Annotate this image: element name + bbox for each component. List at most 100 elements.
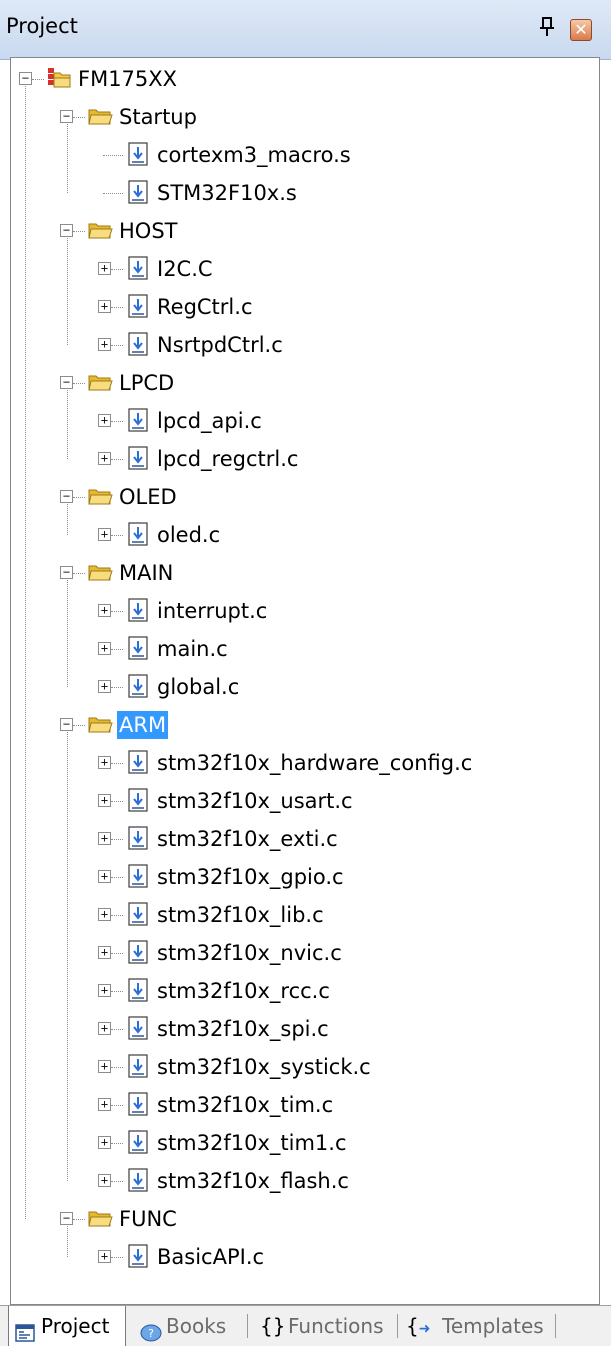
- collapse-icon[interactable]: −: [60, 224, 73, 237]
- tree-file-i2c-c[interactable]: + I2C.C: [11, 250, 591, 288]
- tab-functions[interactable]: {} Functions: [256, 1306, 398, 1346]
- tree-file-nsrtpdctrl-c[interactable]: + NsrtpdCtrl.c: [11, 326, 591, 364]
- tree-group-host[interactable]: − HOST: [11, 212, 591, 250]
- expand-icon[interactable]: +: [98, 1174, 111, 1187]
- expand-icon[interactable]: +: [98, 1250, 111, 1263]
- tree-connector: [111, 345, 123, 346]
- tree-file-stm32f10x-systick-c[interactable]: + stm32f10x_systick.c: [11, 1048, 591, 1086]
- expand-icon[interactable]: +: [98, 832, 111, 845]
- tree-connector: [111, 991, 123, 992]
- source-file-icon: [125, 825, 151, 851]
- tree-group-label: LPCD: [119, 371, 175, 395]
- tab-templates[interactable]: {➜ Templates: [404, 1306, 556, 1346]
- tree-connector: [103, 155, 123, 156]
- expand-icon[interactable]: +: [98, 1098, 111, 1111]
- collapse-icon[interactable]: −: [60, 376, 73, 389]
- source-file-icon: [125, 787, 151, 813]
- tree-guide-line: [67, 238, 68, 345]
- expand-icon[interactable]: +: [98, 604, 111, 617]
- tree-file-lpcd-api-c[interactable]: + lpcd_api.c: [11, 402, 591, 440]
- bottom-tab-bar: Project ? Books {} Functions {➜ Template…: [0, 1305, 611, 1346]
- tree-connector: [111, 1105, 123, 1106]
- expand-icon[interactable]: +: [98, 794, 111, 807]
- tree-file-stm32f10x-nvic-c[interactable]: + stm32f10x_nvic.c: [11, 934, 591, 972]
- tree-file-stm32f10x-tim-c[interactable]: + stm32f10x_tim.c: [11, 1086, 591, 1124]
- expand-icon[interactable]: +: [98, 642, 111, 655]
- tree-file-basicapi-c[interactable]: + BasicAPI.c: [11, 1238, 591, 1276]
- tab-project[interactable]: Project: [8, 1306, 126, 1346]
- tree-file-stm32f10x-gpio-c[interactable]: + stm32f10x_gpio.c: [11, 858, 591, 896]
- collapse-icon[interactable]: −: [60, 490, 73, 503]
- expand-icon[interactable]: +: [98, 984, 111, 997]
- close-icon[interactable]: ✕: [570, 19, 592, 41]
- tree-file-stm32f10x-tim1-c[interactable]: + stm32f10x_tim1.c: [11, 1124, 591, 1162]
- tree-file-interrupt-c[interactable]: + interrupt.c: [11, 592, 591, 630]
- source-file-icon: [125, 597, 151, 623]
- panel-titlebar: Project ✕: [0, 0, 611, 60]
- expand-icon[interactable]: +: [98, 528, 111, 541]
- tree-connector: [73, 1219, 85, 1220]
- collapse-icon[interactable]: −: [60, 566, 73, 579]
- tree-connector: [73, 573, 85, 574]
- tree-file-stm32f10x-exti-c[interactable]: + stm32f10x_exti.c: [11, 820, 591, 858]
- tree-group-lpcd[interactable]: − LPCD: [11, 364, 591, 402]
- tree-group-arm[interactable]: − ARM: [11, 706, 591, 744]
- tree-file-stm32f10x-spi-c[interactable]: + stm32f10x_spi.c: [11, 1010, 591, 1048]
- tree-file-label: stm32f10x_tim.c: [157, 1093, 334, 1117]
- tree-connector: [32, 79, 44, 80]
- tree-group-startup[interactable]: − Startup: [11, 98, 591, 136]
- expand-icon[interactable]: +: [98, 452, 111, 465]
- expand-icon[interactable]: +: [98, 262, 111, 275]
- expand-icon[interactable]: +: [98, 870, 111, 883]
- tree-file-oled-c[interactable]: + oled.c: [11, 516, 591, 554]
- expand-icon[interactable]: +: [98, 946, 111, 959]
- tree-connector: [111, 687, 123, 688]
- tree-group-oled[interactable]: − OLED: [11, 478, 591, 516]
- tree-file-label: interrupt.c: [157, 599, 268, 623]
- tree-file-stm32f10x-lib-c[interactable]: + stm32f10x_lib.c: [11, 896, 591, 934]
- tree-file-regctrl-c[interactable]: + RegCtrl.c: [11, 288, 591, 326]
- expand-icon[interactable]: +: [98, 680, 111, 693]
- pin-icon[interactable]: [536, 14, 558, 40]
- source-file-icon: [125, 749, 151, 775]
- collapse-icon[interactable]: −: [60, 718, 73, 731]
- expand-icon[interactable]: +: [98, 338, 111, 351]
- tree-connector: [111, 307, 123, 308]
- tree-file-main-c[interactable]: + main.c: [11, 630, 591, 668]
- expand-icon[interactable]: +: [98, 1060, 111, 1073]
- tree-group-label: MAIN: [119, 561, 174, 585]
- tree-file-label: oled.c: [157, 523, 221, 547]
- expand-icon[interactable]: +: [98, 756, 111, 769]
- tree-file-lpcd-regctrl-c[interactable]: + lpcd_regctrl.c: [11, 440, 591, 478]
- tree-group-func[interactable]: − FUNC: [11, 1200, 591, 1238]
- collapse-icon[interactable]: −: [60, 1212, 73, 1225]
- tree-file-stm32f10x-flash-c[interactable]: + stm32f10x_flash.c: [11, 1162, 591, 1200]
- books-icon: ?: [140, 1316, 162, 1342]
- tree-file-stm32f10x-hardware-config-c[interactable]: + stm32f10x_hardware_config.c: [11, 744, 591, 782]
- tree-file-stm32f10x-s[interactable]: STM32F10x.s: [11, 174, 591, 212]
- collapse-icon[interactable]: −: [60, 110, 73, 123]
- tree-file-label: stm32f10x_spi.c: [157, 1017, 329, 1041]
- expand-icon[interactable]: +: [98, 1136, 111, 1149]
- expand-icon[interactable]: +: [98, 908, 111, 921]
- expand-icon[interactable]: +: [98, 1022, 111, 1035]
- tree-connector: [111, 1181, 123, 1182]
- source-file-icon: [125, 635, 151, 661]
- tree-connector: [111, 1257, 123, 1258]
- project-tree: − FM175XX − Startup cortexm3_macro.s STM32F10…: [11, 58, 599, 1304]
- expand-icon[interactable]: +: [98, 300, 111, 313]
- tree-file-global-c[interactable]: + global.c: [11, 668, 591, 706]
- tree-group-main[interactable]: − MAIN: [11, 554, 591, 592]
- tree-root-label: FM175XX: [78, 67, 178, 91]
- tree-root-fm175xx[interactable]: − FM175XX: [11, 60, 591, 98]
- tree-file-stm32f10x-usart-c[interactable]: + stm32f10x_usart.c: [11, 782, 591, 820]
- tree-file-stm32f10x-rcc-c[interactable]: + stm32f10x_rcc.c: [11, 972, 591, 1010]
- tree-file-cortexm3-macro-s[interactable]: cortexm3_macro.s: [11, 136, 591, 174]
- tree-file-label: stm32f10x_gpio.c: [157, 865, 344, 889]
- tab-books[interactable]: ? Books: [134, 1306, 248, 1346]
- functions-icon: {}: [260, 1314, 286, 1338]
- tree-connector: [103, 193, 123, 194]
- tree-file-label: stm32f10x_flash.c: [157, 1169, 349, 1193]
- collapse-icon[interactable]: −: [19, 72, 32, 85]
- expand-icon[interactable]: +: [98, 414, 111, 427]
